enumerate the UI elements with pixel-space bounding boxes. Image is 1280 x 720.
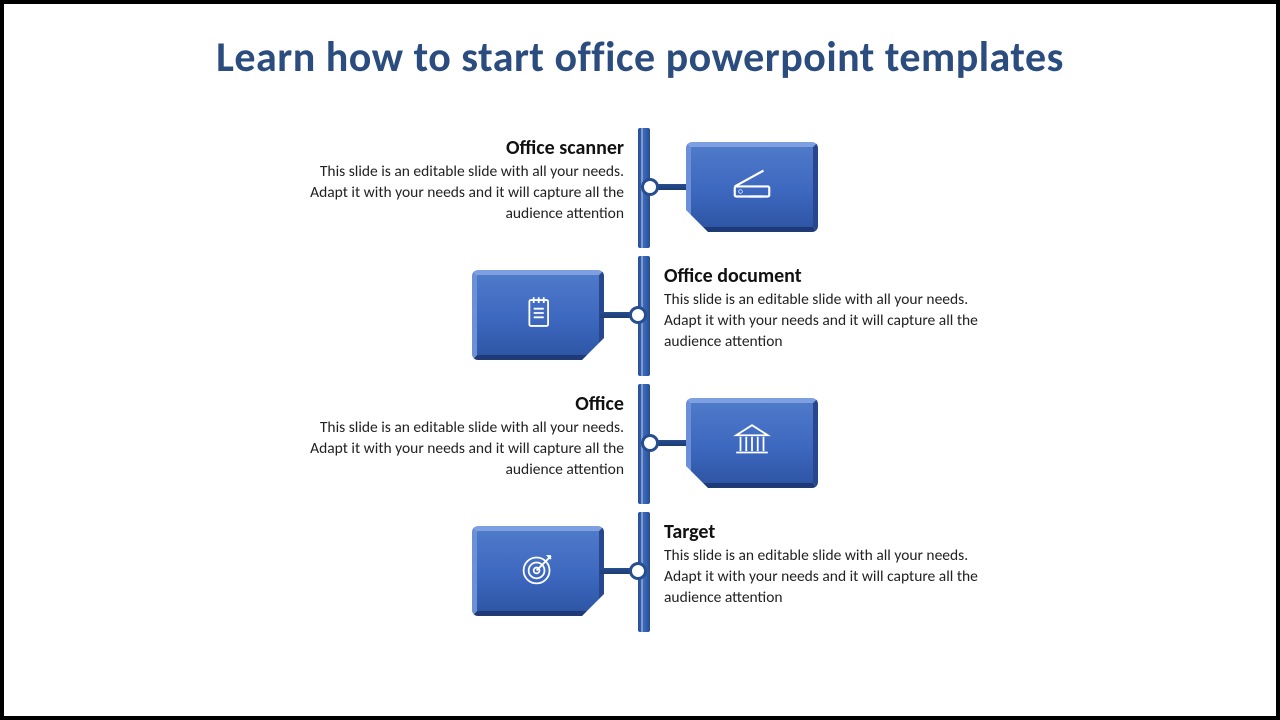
item-body: This slide is an editable slide with all…: [294, 418, 624, 481]
target-icon: [515, 546, 561, 597]
icon-tile: [686, 142, 818, 232]
node-dot: [641, 178, 659, 196]
item-body: This slide is an editable slide with all…: [664, 290, 994, 353]
document-icon: [515, 290, 561, 341]
scanner-icon: [729, 162, 775, 213]
node-dot: [629, 562, 647, 580]
row-office-scanner: Office scanner This slide is an editable…: [4, 124, 1280, 252]
building-icon: [729, 418, 775, 469]
item-heading: Target: [664, 520, 994, 544]
slide-frame: Learn how to start office powerpoint tem…: [0, 0, 1280, 720]
icon-tile: [472, 270, 604, 360]
text-block: Office This slide is an editable slide w…: [294, 392, 624, 481]
row-office: Office This slide is an editable slide w…: [4, 380, 1280, 508]
item-heading: Office document: [664, 264, 994, 288]
node-dot: [629, 306, 647, 324]
slide-title: Learn how to start office powerpoint tem…: [4, 32, 1276, 83]
item-body: This slide is an editable slide with all…: [294, 162, 624, 225]
item-heading: Office scanner: [294, 136, 624, 160]
item-heading: Office: [294, 392, 624, 416]
icon-tile: [472, 526, 604, 616]
row-target: Target This slide is an editable slide w…: [4, 508, 1280, 636]
icon-tile: [686, 398, 818, 488]
node-dot: [641, 434, 659, 452]
text-block: Target This slide is an editable slide w…: [664, 520, 994, 609]
row-office-document: Office document This slide is an editabl…: [4, 252, 1280, 380]
item-body: This slide is an editable slide with all…: [664, 546, 994, 609]
text-block: Office document This slide is an editabl…: [664, 264, 994, 353]
rows-container: Office scanner This slide is an editable…: [4, 124, 1280, 636]
text-block: Office scanner This slide is an editable…: [294, 136, 624, 225]
